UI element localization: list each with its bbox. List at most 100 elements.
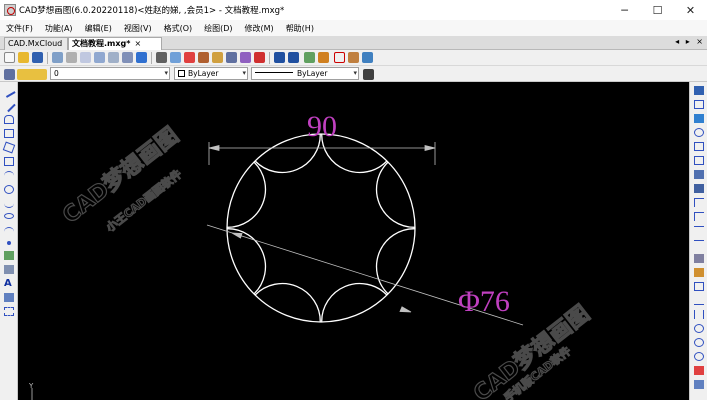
measure-icon[interactable] <box>694 324 704 333</box>
region-icon[interactable] <box>4 307 14 316</box>
zoom-window-icon[interactable] <box>108 52 119 63</box>
color-swatch <box>178 70 185 77</box>
spline-icon[interactable] <box>4 199 14 208</box>
point-icon[interactable] <box>7 241 11 245</box>
chevron-down-icon: ▾ <box>242 69 246 77</box>
dimension-text-diameter: Φ76 <box>458 285 510 318</box>
hatch-icon[interactable] <box>4 265 14 274</box>
settings-gear-icon[interactable] <box>318 52 329 63</box>
layer-select[interactable]: 0 ▾ <box>50 67 170 80</box>
paste-icon[interactable] <box>184 52 195 63</box>
lengthen-icon[interactable] <box>694 296 704 305</box>
open-folder-icon[interactable] <box>18 52 29 63</box>
color-select[interactable]: ByLayer ▾ <box>174 67 248 80</box>
drawing-canvas[interactable]: CAD梦想画图 小王CAD画图软件 CAD梦想画图 手机版CAD软件 90 Φ7… <box>18 82 689 400</box>
chamfer-icon[interactable] <box>694 212 704 221</box>
help-icon[interactable] <box>362 52 373 63</box>
property-toolbar: 0 ▾ ByLayer ▾ ByLayer ▾ <box>0 66 707 82</box>
erase-icon[interactable] <box>694 86 704 95</box>
menu-help[interactable]: 帮助(H) <box>286 23 314 34</box>
copy-object-icon[interactable] <box>694 100 704 109</box>
menu-draw[interactable]: 绘图(D) <box>204 23 232 34</box>
layer-manager-icon[interactable] <box>4 69 15 80</box>
zoom-out-icon[interactable] <box>94 52 105 63</box>
layer-select-value: 0 <box>54 69 59 78</box>
text-icon[interactable]: A <box>4 279 14 289</box>
menu-edit[interactable]: 编辑(E) <box>85 23 112 34</box>
ellipse-arc-icon[interactable] <box>4 227 14 236</box>
diameter-arrow-right <box>399 306 412 313</box>
rotate-icon[interactable] <box>694 128 704 137</box>
match-properties-icon[interactable] <box>156 52 167 63</box>
tab-navigation[interactable]: ◂ ▸ × <box>675 37 705 46</box>
new-file-icon[interactable] <box>4 52 15 63</box>
undo-icon[interactable] <box>274 52 285 63</box>
redo-icon[interactable] <box>288 52 299 63</box>
polygon-icon[interactable] <box>4 129 14 138</box>
fillet-icon[interactable] <box>694 198 704 207</box>
menu-view[interactable]: 视图(V) <box>124 23 152 34</box>
properties-icon[interactable] <box>240 52 251 63</box>
more-tools-icon[interactable] <box>694 380 704 389</box>
insert-block-icon[interactable] <box>4 251 14 260</box>
mirror-icon[interactable] <box>694 156 704 165</box>
cut-icon[interactable] <box>66 52 77 63</box>
circle-icon[interactable] <box>4 185 14 194</box>
stretch-icon[interactable] <box>694 282 704 291</box>
break-icon[interactable] <box>694 254 704 263</box>
close-button[interactable]: ✕ <box>674 0 707 20</box>
standard-toolbar <box>0 50 707 66</box>
dimension-arrow-left <box>208 144 220 152</box>
linetype-select[interactable]: ByLayer ▾ <box>251 67 359 80</box>
cloud-icon[interactable] <box>694 366 704 375</box>
line-icon[interactable] <box>2 85 16 98</box>
tab-mxcloud[interactable]: CAD.MxCloud <box>4 37 68 50</box>
menu-modify[interactable]: 修改(M) <box>245 23 274 34</box>
dimension-arrow-right <box>424 144 436 152</box>
polyline-icon[interactable] <box>4 115 14 124</box>
print-icon[interactable] <box>52 52 63 63</box>
arc-icon[interactable] <box>4 171 14 180</box>
minimize-button[interactable]: ─ <box>608 0 641 20</box>
zoom-in-icon[interactable] <box>80 52 91 63</box>
image-export-icon[interactable] <box>348 52 359 63</box>
scale-icon[interactable] <box>694 184 704 193</box>
menu-bar: 文件(F) 功能(A) 编辑(E) 视图(V) 格式(O) 绘图(D) 修改(M… <box>0 20 707 36</box>
window-controls: ─ ☐ ✕ <box>608 0 707 20</box>
offset-icon[interactable] <box>694 142 704 151</box>
rectangle-icon[interactable] <box>4 157 14 166</box>
ellipse-icon[interactable] <box>4 213 14 219</box>
menu-function[interactable]: 功能(A) <box>45 23 73 34</box>
pan-icon[interactable] <box>136 52 147 63</box>
petal-arcs <box>226 133 416 323</box>
menu-format[interactable]: 格式(O) <box>164 23 193 34</box>
move-icon[interactable] <box>694 114 704 123</box>
align-icon[interactable] <box>694 310 704 319</box>
trim-icon[interactable] <box>694 226 704 235</box>
lineweight-icon[interactable] <box>363 69 374 80</box>
mtext-icon[interactable] <box>4 293 14 302</box>
pdf-export-icon[interactable] <box>334 52 345 63</box>
plugin-icon[interactable] <box>304 52 315 63</box>
brush-icon[interactable] <box>198 52 209 63</box>
block-icon[interactable] <box>226 52 237 63</box>
rotated-rect-icon[interactable] <box>2 141 16 154</box>
array-icon[interactable] <box>694 170 704 179</box>
watermark-group: CAD梦想画图 小王CAD画图软件 CAD梦想画图 手机版CAD软件 <box>57 122 595 400</box>
area-icon[interactable] <box>694 352 704 361</box>
save-icon[interactable] <box>32 52 43 63</box>
tab-close-icon[interactable]: × <box>134 39 141 48</box>
window-title: CAD梦想画图(6.0.20220118)<姓赵的娣, ,会员1> - 文档教程… <box>19 6 285 16</box>
menu-file[interactable]: 文件(F) <box>6 23 33 34</box>
delete-icon[interactable] <box>254 52 265 63</box>
layer-icon[interactable] <box>212 52 223 63</box>
zoom-extents-icon[interactable] <box>122 52 133 63</box>
copy-icon[interactable] <box>170 52 181 63</box>
maximize-button[interactable]: ☐ <box>641 0 674 20</box>
extend-icon[interactable] <box>694 240 704 249</box>
tab-document[interactable]: 文档教程.mxg* × <box>68 37 162 50</box>
explode-icon[interactable] <box>694 268 704 277</box>
construction-line-icon[interactable] <box>2 98 16 113</box>
color-select-value: ByLayer <box>188 69 219 78</box>
distance-icon[interactable] <box>694 338 704 347</box>
